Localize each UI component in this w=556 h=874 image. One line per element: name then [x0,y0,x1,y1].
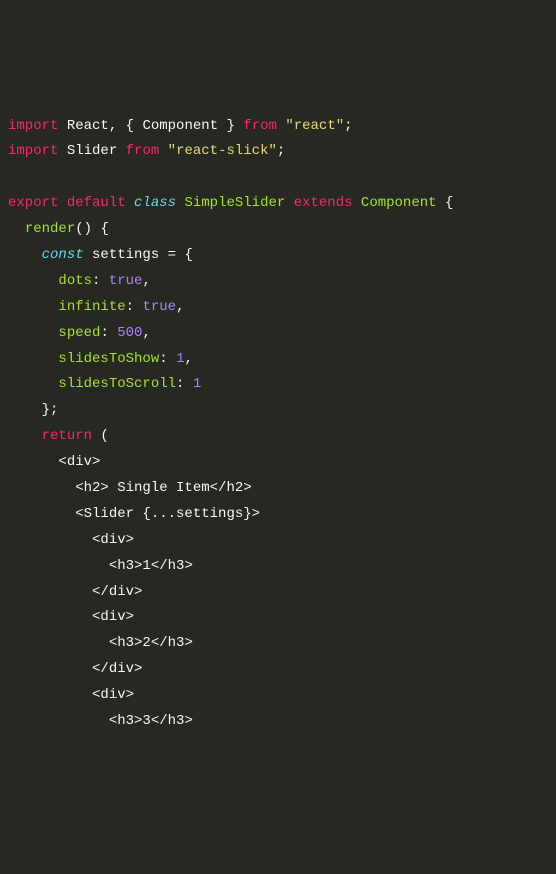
ident-react: React [67,118,109,134]
kw-export: export [8,195,58,211]
ident-component: Component [361,195,437,211]
punct: }; [42,402,59,418]
prop-key: infinite [58,299,125,315]
kw-from: from [243,118,277,134]
line-8: infinite: true, [8,299,184,315]
punct: , [142,273,150,289]
val-num: 500 [117,325,142,341]
jsx-tag: </div> [92,661,142,677]
jsx-tag: <Slider {...settings}> [75,506,260,522]
line-11: slidesToScroll: 1 [8,376,201,392]
line-1: import React, { Component } from "react"… [8,118,353,134]
ident-component: Component [142,118,218,134]
jsx-tag: <h3>3</h3> [109,713,193,729]
punct: , { [109,118,143,134]
kw-extends: extends [294,195,353,211]
kw-from: from [126,143,160,159]
punct: : [176,376,193,392]
string: "react-slick" [168,143,277,159]
punct: } [218,118,243,134]
val-true: true [109,273,143,289]
line-4: export default class SimpleSlider extend… [8,195,453,211]
line-12: }; [8,402,58,418]
line-14: <div> [8,454,100,470]
line-6: const settings = { [8,247,193,263]
kw-import: import [8,143,58,159]
line-15: <h2> Single Item</h2> [8,480,252,496]
val-true: true [142,299,176,315]
punct: , [176,299,184,315]
line-20: <div> [8,609,134,625]
string: "react" [285,118,344,134]
kw-default: default [67,195,126,211]
jsx-tag: <h3>1</h3> [109,558,193,574]
ident-slider: Slider [67,143,117,159]
jsx-tag: </div> [92,584,142,600]
kw-return: return [42,428,92,444]
jsx-tag: <h2> Single Item</h2> [75,480,251,496]
punct: () { [75,221,109,237]
kw-class: class [134,195,176,211]
kw-import: import [8,118,58,134]
code-block: import React, { Component } from "react"… [8,114,548,735]
prop-key: slidesToShow [58,351,159,367]
line-17: <div> [8,532,134,548]
punct: ( [92,428,109,444]
method-render: render [25,221,75,237]
line-23: <div> [8,687,134,703]
punct: : [92,273,109,289]
line-16: <Slider {...settings}> [8,506,260,522]
prop-key: dots [58,273,92,289]
line-19: </div> [8,584,142,600]
prop-key: slidesToScroll [58,376,176,392]
punct: ; [277,143,285,159]
line-18: <h3>1</h3> [8,558,193,574]
punct: , [184,351,192,367]
jsx-tag: <div> [92,532,134,548]
text: settings = { [84,247,193,263]
class-name: SimpleSlider [184,195,285,211]
line-22: </div> [8,661,142,677]
jsx-tag: <div> [92,609,134,625]
line-10: slidesToShow: 1, [8,351,193,367]
punct: : [126,299,143,315]
line-24: <h3>3</h3> [8,713,193,729]
line-5: render() { [8,221,109,237]
punct: : [100,325,117,341]
line-21: <h3>2</h3> [8,635,193,651]
jsx-tag: <h3>2</h3> [109,635,193,651]
line-9: speed: 500, [8,325,151,341]
punct: { [437,195,454,211]
punct: ; [344,118,352,134]
jsx-tag: <div> [92,687,134,703]
punct: , [142,325,150,341]
val-num: 1 [193,376,201,392]
kw-const: const [42,247,84,263]
punct: : [159,351,176,367]
prop-key: speed [58,325,100,341]
line-2: import Slider from "react-slick"; [8,143,285,159]
jsx-tag: <div> [58,454,100,470]
line-13: return ( [8,428,109,444]
line-7: dots: true, [8,273,151,289]
